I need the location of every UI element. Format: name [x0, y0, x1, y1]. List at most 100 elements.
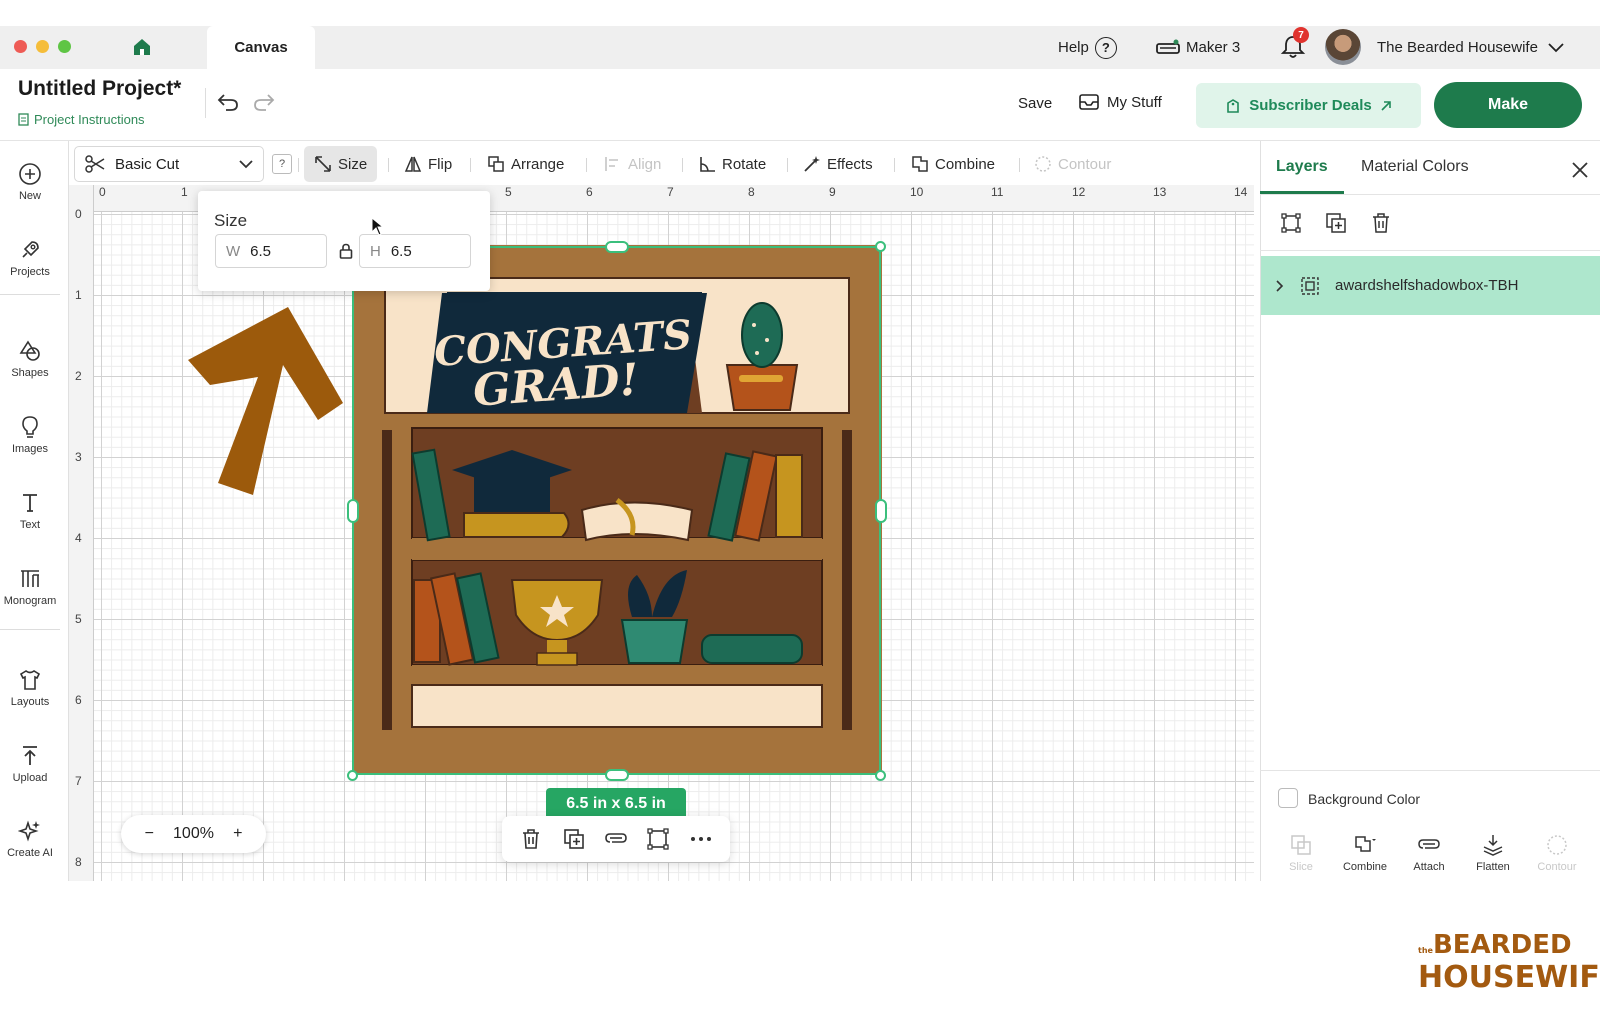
tab-layers[interactable]: Layers: [1276, 158, 1328, 176]
avatar[interactable]: [1325, 29, 1361, 65]
brand-watermark-logo: theBEARDED HOUSEWIFE: [1418, 932, 1600, 993]
contour-tool[interactable]: Contour: [1034, 146, 1111, 182]
size-tool[interactable]: Size: [304, 146, 378, 182]
shapes-icon: [19, 340, 40, 361]
undo-icon[interactable]: [216, 92, 240, 112]
sidebar-item-create-ai[interactable]: Create AI: [0, 819, 60, 859]
sidebar-label-create-ai: Create AI: [7, 847, 53, 859]
tray-icon: [1079, 94, 1099, 110]
zoom-out-button[interactable]: −: [145, 825, 154, 843]
rotate-tool[interactable]: Rotate: [698, 146, 766, 182]
duplicate-icon[interactable]: [1324, 211, 1348, 235]
subscriber-deals-button[interactable]: Subscriber Deals: [1196, 83, 1421, 128]
size-popover-title: Size: [214, 211, 248, 230]
effects-label: Effects: [827, 155, 873, 173]
sidebar-item-new[interactable]: New: [0, 162, 60, 202]
upload-icon: [23, 746, 37, 765]
left-sidebar: New Projects Shapes Images Text Monogram…: [0, 141, 60, 881]
group-icon[interactable]: [1279, 211, 1303, 235]
chevron-right-icon[interactable]: [1275, 279, 1285, 292]
rotate-label: Rotate: [722, 155, 767, 173]
width-field[interactable]: W 6.5: [215, 234, 327, 268]
ruler-left-label: 8: [75, 855, 82, 869]
ruler-top-label: 6: [586, 185, 593, 199]
home-icon[interactable]: [132, 37, 152, 57]
mouse-cursor-icon: [371, 217, 385, 236]
minimize-window-button[interactable]: [36, 40, 49, 53]
toolbar-divider: [586, 158, 587, 172]
rocket-icon: [22, 241, 39, 258]
effects-tool[interactable]: Effects: [803, 146, 873, 182]
resize-handle-top[interactable]: [605, 241, 629, 253]
delete-button[interactable]: [519, 827, 543, 851]
help-menu[interactable]: Help ?: [1058, 26, 1117, 69]
operation-select[interactable]: Basic Cut: [74, 146, 264, 182]
annotation-arrow: [188, 307, 343, 495]
more-options-button[interactable]: [689, 827, 713, 851]
slice-button[interactable]: Slice: [1270, 833, 1332, 873]
paperclip-icon: [605, 833, 627, 843]
toolbar-divider: [1019, 158, 1020, 172]
maximize-window-button[interactable]: [58, 40, 71, 53]
ruler-top-label: 12: [1072, 185, 1086, 199]
layer-row[interactable]: awardshelfshadowbox-TBH: [1261, 256, 1600, 315]
trash-icon[interactable]: [1369, 211, 1393, 235]
contour-button[interactable]: Contour: [1526, 833, 1588, 873]
align-tool[interactable]: Align: [604, 146, 661, 182]
flatten-button[interactable]: Flatten: [1462, 833, 1524, 873]
resize-handle-bottom-left[interactable]: [347, 770, 358, 781]
height-field[interactable]: H 6.5: [359, 234, 471, 268]
background-color-checkbox[interactable]: [1278, 788, 1298, 808]
document-icon: [18, 113, 29, 126]
slice-label: Slice: [1289, 861, 1313, 873]
zoom-in-button[interactable]: +: [233, 825, 242, 843]
sidebar-item-shapes[interactable]: Shapes: [0, 339, 60, 379]
help-icon: ?: [1094, 36, 1117, 59]
attach-button[interactable]: Attach: [1398, 833, 1460, 873]
ruler-top-label: 8: [748, 185, 755, 199]
attach-button[interactable]: [604, 827, 628, 851]
arrange-tool[interactable]: Arrange: [487, 146, 564, 182]
group-button[interactable]: [646, 827, 670, 851]
sidebar-item-images[interactable]: Images: [0, 415, 60, 455]
sidebar-label-new: New: [18, 190, 41, 202]
lock-icon[interactable]: [339, 243, 353, 259]
my-stuff-button[interactable]: My Stuff: [1079, 93, 1162, 111]
resize-handle-left[interactable]: [347, 499, 359, 523]
sidebar-label-projects: Projects: [10, 266, 50, 278]
combine-tool[interactable]: Combine: [911, 146, 995, 182]
combine-icon: [1355, 836, 1376, 852]
redo-icon[interactable]: [252, 92, 276, 112]
make-button[interactable]: Make: [1434, 82, 1582, 128]
account-menu[interactable]: The Bearded Housewife: [1377, 26, 1564, 69]
resize-handle-top-right[interactable]: [875, 241, 886, 252]
resize-handle-right[interactable]: [875, 499, 887, 523]
height-value: 6.5: [390, 242, 412, 260]
tab-canvas[interactable]: Canvas: [207, 26, 315, 69]
watermark-small-text: the: [1418, 946, 1433, 955]
operation-help-button[interactable]: ?: [272, 154, 292, 174]
project-title[interactable]: Untitled Project*: [18, 77, 181, 101]
project-instructions-link[interactable]: Project Instructions: [18, 112, 145, 127]
sidebar-item-text[interactable]: Text: [0, 491, 60, 531]
close-icon[interactable]: [1570, 160, 1590, 180]
ruler-top-label: 0: [99, 185, 106, 199]
duplicate-button[interactable]: [562, 827, 586, 851]
save-button[interactable]: Save: [1018, 95, 1052, 112]
machine-selector[interactable]: Maker 3: [1156, 26, 1240, 69]
sidebar-divider: [0, 294, 60, 295]
combine-button[interactable]: Combine: [1334, 833, 1396, 873]
resize-handle-bottom-right[interactable]: [875, 770, 886, 781]
sidebar-item-layouts[interactable]: Layouts: [0, 668, 60, 708]
ruler-top-label: 5: [505, 185, 512, 199]
align-label: Align: [628, 155, 662, 173]
sidebar-item-upload[interactable]: Upload: [0, 744, 60, 784]
flip-icon: [404, 156, 422, 172]
slice-icon: [1291, 835, 1311, 855]
sidebar-item-projects[interactable]: Projects: [0, 238, 60, 278]
flip-tool[interactable]: Flip: [404, 146, 452, 182]
tab-material-colors[interactable]: Material Colors: [1361, 158, 1469, 176]
close-window-button[interactable]: [14, 40, 27, 53]
sidebar-item-monogram[interactable]: Monogram: [0, 567, 60, 607]
resize-handle-bottom[interactable]: [605, 769, 629, 781]
